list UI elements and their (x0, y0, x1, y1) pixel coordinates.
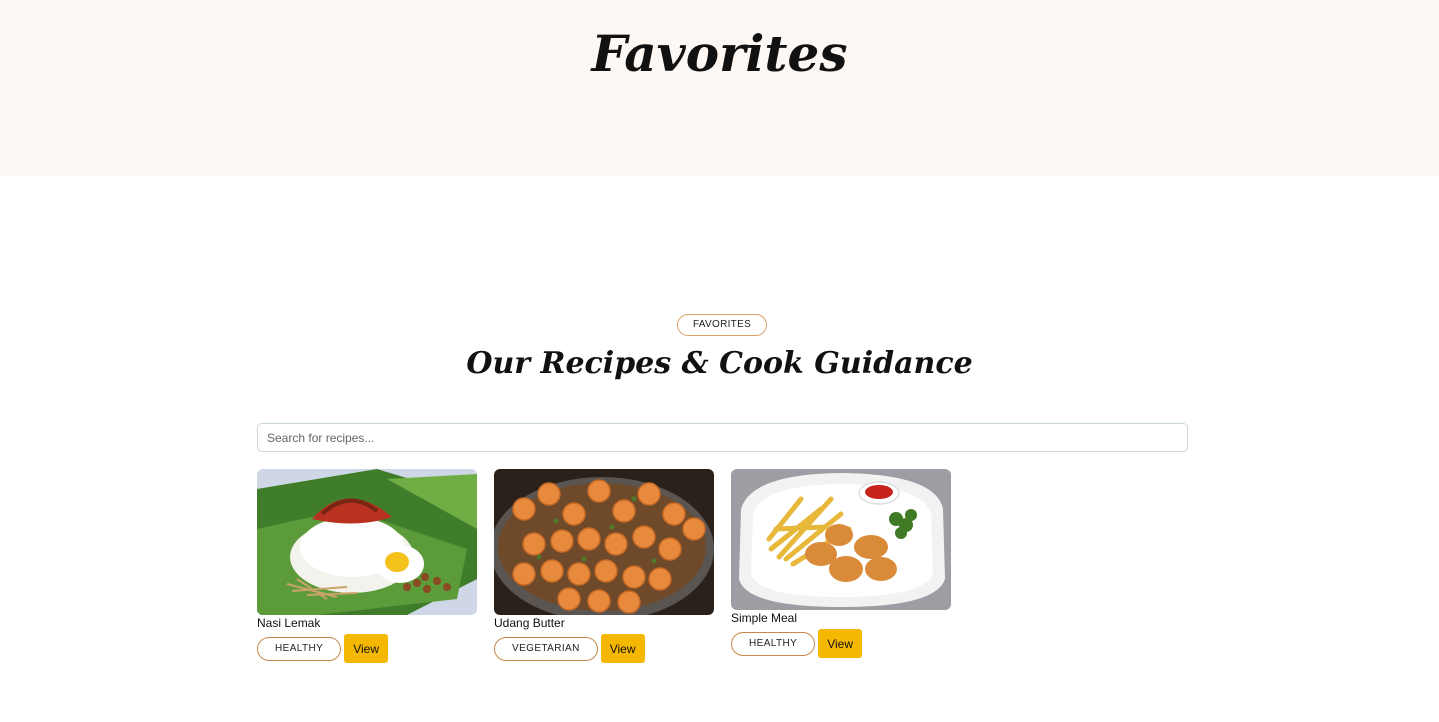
recipe-card: Udang Butter VEGETARIAN View (494, 469, 714, 663)
recipe-image-udang-butter[interactable] (494, 469, 714, 615)
recipe-name: Simple Meal (731, 611, 798, 625)
view-button[interactable]: View (600, 634, 645, 663)
recipe-card: Nasi Lemak HEALTHY View (257, 469, 477, 663)
recipe-image-simple-meal[interactable] (731, 469, 951, 610)
view-button[interactable]: View (818, 629, 862, 658)
recipe-card: Simple Meal HEALTHY View (731, 469, 951, 658)
recipe-tag: HEALTHY (731, 631, 816, 656)
section-title: Our Recipes & Cook Guidance (466, 346, 973, 381)
section-badge: FAVORITES (677, 314, 767, 336)
recipe-tag: VEGETARIAN (494, 636, 598, 661)
page-title: Favorites (591, 24, 848, 83)
view-button[interactable]: View (344, 634, 388, 663)
recipe-name: Nasi Lemak (257, 616, 321, 630)
recipe-name: Udang Butter (494, 616, 565, 630)
search-input[interactable] (257, 423, 1188, 452)
recipe-tag: HEALTHY (257, 636, 342, 661)
hero-banner: Favorites (0, 0, 1439, 176)
recipe-image-nasi-lemak[interactable] (257, 469, 477, 615)
